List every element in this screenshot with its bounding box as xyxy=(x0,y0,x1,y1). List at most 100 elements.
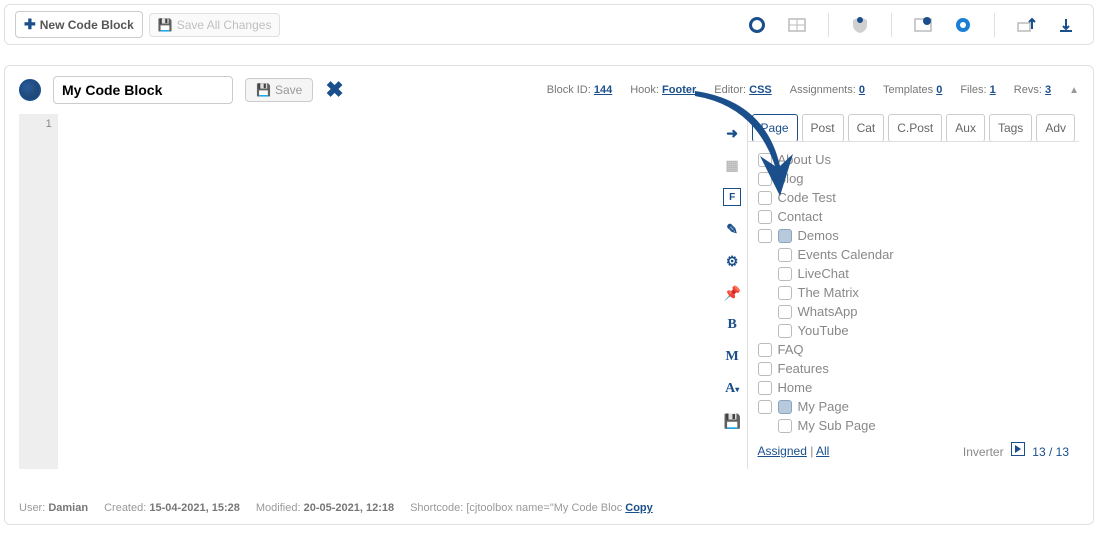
page-label: WhatsApp xyxy=(798,304,858,319)
editor-side-toolbar: ➜ ▦ F ✎ ⚙ 📌 B M A▾ 💾 xyxy=(718,114,747,469)
copy-link[interactable]: Copy xyxy=(625,502,653,514)
page-item[interactable]: Features xyxy=(758,359,1069,378)
checkbox[interactable] xyxy=(758,172,772,186)
checkbox[interactable] xyxy=(758,400,772,414)
plus-icon: ✚ xyxy=(24,16,36,33)
tab-page[interactable]: Page xyxy=(752,114,798,142)
tab-cat[interactable]: Cat xyxy=(848,114,885,142)
checkbox[interactable] xyxy=(778,286,792,300)
toolbar-icon-1[interactable] xyxy=(746,14,768,36)
block-id-link[interactable]: 144 xyxy=(594,84,612,96)
collapse-icon[interactable]: ▲ xyxy=(1069,85,1079,96)
toolbar-sort-up-icon[interactable] xyxy=(1015,14,1037,36)
count-label: 13 / 13 xyxy=(1032,445,1069,459)
assigned-link[interactable]: Assigned xyxy=(758,444,807,458)
inverter-label: Inverter xyxy=(963,445,1004,459)
new-code-block-button[interactable]: ✚ New Code Block xyxy=(15,11,143,38)
page-item[interactable]: YouTube xyxy=(758,321,1069,340)
hook-label: Hook: xyxy=(630,84,659,96)
page-item[interactable]: WhatsApp xyxy=(758,302,1069,321)
templates-link[interactable]: 0 xyxy=(936,84,942,96)
assignments-link[interactable]: 0 xyxy=(859,84,865,96)
assignments-panel: PagePostCatC.PostAuxTagsAdv About Us Blog… xyxy=(747,114,1079,469)
revs-link[interactable]: 3 xyxy=(1045,84,1051,96)
assignment-footer: Assigned | All Inverter 13 / 13 xyxy=(748,438,1079,463)
toolbar-sort-down-icon[interactable] xyxy=(1055,14,1077,36)
code-editor[interactable] xyxy=(58,114,718,469)
play-icon[interactable] xyxy=(1011,442,1025,456)
m-icon[interactable]: M xyxy=(723,348,741,366)
page-item[interactable]: Code Test xyxy=(758,188,1069,207)
page-list[interactable]: About Us BlogCode Test Contact DemosEvents … xyxy=(748,141,1079,449)
expand-toggle[interactable] xyxy=(778,229,792,243)
gear-icon[interactable]: ⚙ xyxy=(723,252,741,270)
checkbox[interactable] xyxy=(758,381,772,395)
font-icon[interactable]: F xyxy=(723,188,741,206)
checkbox[interactable] xyxy=(778,305,792,319)
page-label: The Matrix xyxy=(798,285,859,300)
block-logo-icon xyxy=(19,79,41,101)
save-side-icon[interactable]: 💾 xyxy=(723,412,741,430)
code-block-panel: 💾 Save ✖ Block ID: 144 Hook: Footer Edit… xyxy=(4,65,1094,525)
checkbox[interactable] xyxy=(778,324,792,338)
toolbar-gear-grid-icon[interactable] xyxy=(912,14,934,36)
files-link[interactable]: 1 xyxy=(990,84,996,96)
page-item[interactable]: LiveChat xyxy=(758,264,1069,283)
save-label: Save xyxy=(275,83,302,97)
page-label: YouTube xyxy=(798,323,849,338)
bold-icon[interactable]: B xyxy=(723,316,741,334)
page-label: Home xyxy=(778,380,813,395)
assignments-label: Assignments: xyxy=(790,84,856,96)
save-all-button[interactable]: 💾 Save All Changes xyxy=(149,13,281,37)
tab-aux[interactable]: Aux xyxy=(946,114,985,142)
tab-tags[interactable]: Tags xyxy=(989,114,1032,142)
checkbox[interactable] xyxy=(758,191,772,205)
hook-link[interactable]: Footer xyxy=(662,84,696,96)
checkbox[interactable] xyxy=(778,419,792,433)
font-size-icon[interactable]: A▾ xyxy=(723,380,741,398)
checkbox[interactable] xyxy=(758,210,772,224)
block-id-label: Block ID: xyxy=(547,84,591,96)
save-all-label: Save All Changes xyxy=(177,18,272,32)
checkbox[interactable] xyxy=(758,153,772,167)
save-button[interactable]: 💾 Save xyxy=(245,78,313,102)
close-icon[interactable]: ✖ xyxy=(325,77,343,103)
editor-gutter: 1 xyxy=(19,114,58,469)
page-item[interactable]: Demos xyxy=(758,226,1069,245)
edit-icon[interactable]: ✎ xyxy=(723,220,741,238)
page-item[interactable]: About Us xyxy=(758,150,1069,169)
page-label: About Us xyxy=(778,152,831,167)
tab-post[interactable]: Post xyxy=(802,114,844,142)
page-item[interactable]: Home xyxy=(758,378,1069,397)
tab-cpost[interactable]: C.Post xyxy=(888,114,942,142)
page-item[interactable]: The Matrix xyxy=(758,283,1069,302)
toolbar-shield-icon[interactable] xyxy=(849,14,871,36)
page-item[interactable]: Contact xyxy=(758,207,1069,226)
page-item[interactable]: My Sub Page xyxy=(758,416,1069,435)
all-link[interactable]: All xyxy=(816,444,829,458)
checkbox[interactable] xyxy=(758,362,772,376)
disk-icon: 💾 xyxy=(256,83,271,97)
layout-icon[interactable]: ▦ xyxy=(723,156,741,174)
tab-adv[interactable]: Adv xyxy=(1036,114,1075,142)
page-item[interactable]: Blog xyxy=(758,169,1069,188)
expand-toggle[interactable] xyxy=(778,400,792,414)
toolbar-gear-icon[interactable] xyxy=(952,14,974,36)
page-label: Features xyxy=(778,361,829,376)
page-item[interactable]: Events Calendar xyxy=(758,245,1069,264)
checkbox[interactable] xyxy=(778,248,792,262)
line-number: 1 xyxy=(46,118,52,130)
editor-link[interactable]: CSS xyxy=(749,84,772,96)
page-label: My Sub Page xyxy=(798,418,876,433)
page-label: Contact xyxy=(778,209,823,224)
checkbox[interactable] xyxy=(758,343,772,357)
pin-icon[interactable]: 📌 xyxy=(723,284,741,302)
checkbox[interactable] xyxy=(778,267,792,281)
import-icon[interactable]: ➜ xyxy=(723,124,741,142)
page-item[interactable]: FAQ xyxy=(758,340,1069,359)
checkbox[interactable] xyxy=(758,229,772,243)
page-item[interactable]: My Page xyxy=(758,397,1069,416)
page-label: My Page xyxy=(798,399,849,414)
block-title-input[interactable] xyxy=(53,76,233,104)
toolbar-icon-grid[interactable] xyxy=(786,14,808,36)
